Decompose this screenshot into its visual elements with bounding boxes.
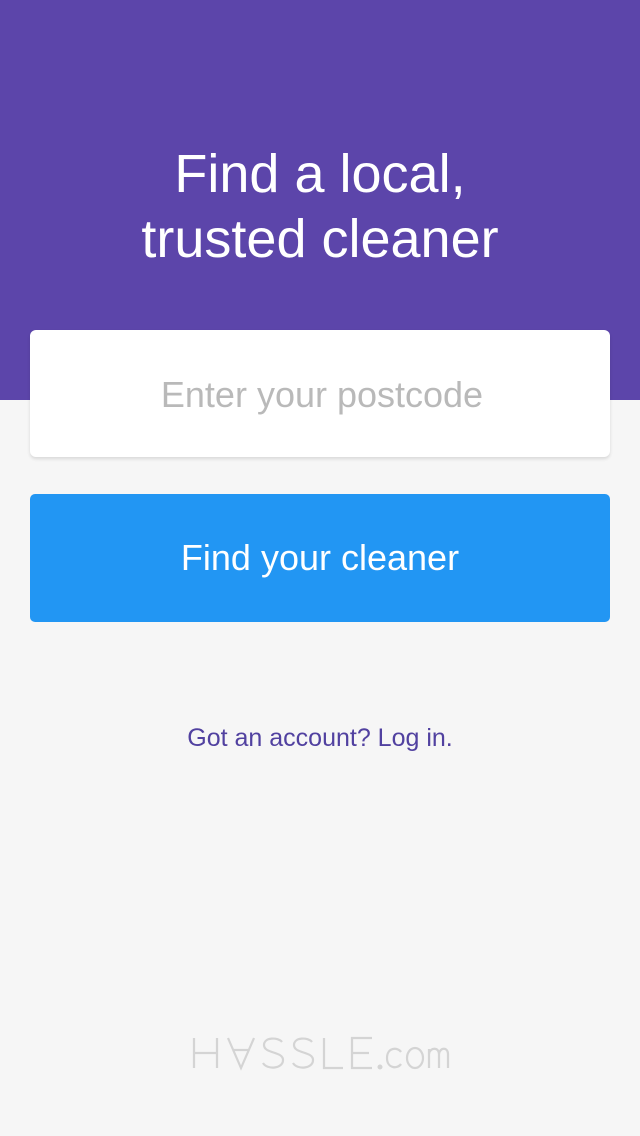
- screen: Find a local, trusted cleaner Find your …: [0, 0, 640, 1136]
- page-title-line-1: Find a local,: [174, 144, 466, 204]
- postcode-input[interactable]: [30, 330, 614, 459]
- login-link[interactable]: Got an account? Log in.: [0, 722, 640, 754]
- page-title-line-2: trusted cleaner: [141, 209, 499, 269]
- brand-logo: [0, 1030, 640, 1088]
- page-title: Find a local, trusted cleaner: [0, 142, 640, 272]
- find-cleaner-button[interactable]: Find your cleaner: [30, 494, 610, 622]
- postcode-field-container: [30, 330, 614, 459]
- hassle-logo-graphic: [192, 1036, 450, 1071]
